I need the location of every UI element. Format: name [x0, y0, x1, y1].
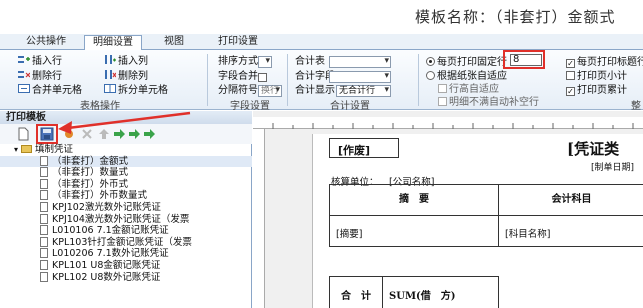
adapt-paper-option[interactable]: 根据纸张自适应	[426, 70, 507, 83]
delete-row-icon	[18, 70, 31, 80]
account-header[interactable]: 会计科目	[498, 184, 643, 216]
detail-fill-option[interactable]: 明细不满自动补空行	[438, 96, 539, 109]
document-icon	[40, 225, 48, 236]
tab-view[interactable]: 视图	[156, 35, 192, 50]
field-merge-label: 字段合并	[218, 71, 258, 82]
fixed-rows-option[interactable]: 每页打印固定行	[426, 56, 507, 69]
template-tree: ▾ 填制凭证 （非套打）金额式 （非套打）数量式 （非套打）外币式 （非套打）外币…	[0, 144, 252, 283]
merge-cells-icon	[18, 84, 30, 94]
tree-item[interactable]: （非套打）金额式	[0, 155, 252, 168]
document-icon	[40, 236, 48, 247]
field-settings-group-label: 字段设置	[230, 101, 270, 112]
tree-item[interactable]: KPJ104激光数外记账凭证（发票	[0, 213, 252, 226]
tree-item[interactable]: KPL102 U8数外记账凭证	[0, 271, 252, 284]
tree-item[interactable]: L010106 7.1金额记账凭证	[0, 225, 252, 237]
collapse-icon[interactable]: ▾	[14, 144, 21, 155]
field-merge-checkbox[interactable]	[258, 71, 269, 84]
summary-field[interactable]: [摘要]	[329, 215, 499, 247]
row-height-adapt-option[interactable]: 行高自适应	[438, 83, 499, 96]
total-display-select[interactable]: 无合计行	[336, 85, 391, 97]
prepared-date-field[interactable]: [制单日期]	[591, 160, 634, 173]
group-divider	[418, 54, 419, 106]
tree-root[interactable]: ▾ 填制凭证	[0, 144, 252, 156]
document-icon	[40, 213, 48, 224]
split-cells-button[interactable]: 拆分单元格	[104, 84, 168, 97]
total-table-select[interactable]	[329, 56, 391, 68]
void-label[interactable]: [作废]	[329, 138, 399, 158]
print-page-cumulative-option[interactable]: 打印页累计	[566, 84, 627, 97]
delete-col-icon	[104, 70, 117, 80]
ribbon: 插入行 插入列 删除行 删除列 合并单元格 拆分单元格 表格操作 排序方式 字段…	[0, 50, 643, 112]
tree-item[interactable]: （非套打）外币式	[0, 178, 252, 191]
document-icon	[40, 201, 48, 212]
document-icon	[40, 271, 48, 282]
ribbon-tabs: 公共操作 明细设置 视图 打印设置	[0, 34, 643, 50]
tab-detail-settings[interactable]: 明细设置	[84, 35, 142, 50]
total-formula-field[interactable]: SUM(借 方)	[382, 276, 499, 308]
voucher-type-field[interactable]: [凭证类	[567, 138, 619, 159]
insert-col-icon	[104, 55, 116, 65]
print-settings-group-label: 整	[631, 101, 641, 112]
summary-header[interactable]: 摘 要	[329, 184, 499, 216]
template-panel: 打印模板 ▾ 填制凭证 （非套打）金额式 （非套打）数量式 （非套打）外币式 （非…	[0, 111, 252, 308]
total-field-select[interactable]	[329, 71, 391, 83]
total-display-label: 合计显示	[295, 85, 335, 96]
separator-select[interactable]: 换行	[258, 85, 282, 97]
document-icon	[40, 167, 48, 178]
radio-unselected-icon	[426, 71, 435, 80]
tree-item[interactable]: （非套打）数量式	[0, 167, 252, 179]
tree-item[interactable]: KPL101 U8金额记账凭证	[0, 259, 252, 272]
total-label[interactable]: 合 计	[329, 276, 383, 308]
print-title-each-page-option[interactable]: 每页打印标题行	[566, 56, 643, 69]
document-icon	[40, 259, 48, 270]
delete-col-button[interactable]: 删除列	[104, 70, 148, 83]
separator-label: 分隔符号	[218, 85, 258, 96]
sort-mode-label: 排序方式	[218, 56, 258, 67]
fixed-rows-input[interactable]: 8	[510, 54, 542, 66]
sort-mode-select[interactable]	[258, 56, 272, 68]
insert-col-button[interactable]: 插入列	[104, 55, 148, 68]
group-divider	[207, 54, 208, 106]
tree-item[interactable]: KPJ102激光数外记账凭证	[0, 201, 252, 214]
radio-selected-icon	[426, 57, 435, 66]
title-bar: 模板名称：（非套打）金额式	[0, 0, 643, 34]
insert-row-button[interactable]: 插入行	[18, 55, 62, 68]
tree-item[interactable]: KPL103针打金额记账凭证（发票	[0, 236, 252, 249]
new-doc-icon[interactable]	[16, 127, 30, 141]
merge-cells-button[interactable]: 合并单元格	[18, 84, 82, 97]
tree-item[interactable]: （非套打）外币数量式	[0, 190, 252, 202]
tree-item[interactable]: L010206 7.1数外记账凭证	[0, 248, 252, 260]
account-field[interactable]: [科目名称]	[498, 215, 643, 247]
print-page-subtotal-option[interactable]: 打印页小计	[566, 70, 627, 83]
folder-icon	[21, 145, 32, 153]
insert-row-icon	[18, 55, 30, 65]
document-icon	[40, 178, 48, 189]
split-cells-icon	[104, 84, 116, 94]
voucher-paper: [作废] [凭证类 [制单日期] 核算单位： [公司名称] 摘 要 会计科目 […	[312, 134, 643, 308]
template-name-title: 模板名称：（非套打）金额式	[415, 8, 616, 26]
ruler-vertical	[253, 129, 265, 308]
tab-print-settings[interactable]: 打印设置	[210, 35, 266, 50]
ruler-horizontal	[253, 117, 643, 129]
total-table-label: 合计表	[295, 56, 325, 67]
document-icon	[40, 248, 48, 259]
group-divider	[287, 54, 288, 106]
annotation-arrow	[58, 111, 191, 134]
tab-public-ops[interactable]: 公共操作	[18, 35, 74, 50]
total-settings-group-label: 合计设置	[330, 101, 370, 112]
document-icon	[40, 155, 48, 166]
delete-row-button[interactable]: 删除行	[18, 70, 62, 83]
document-icon	[40, 190, 48, 201]
